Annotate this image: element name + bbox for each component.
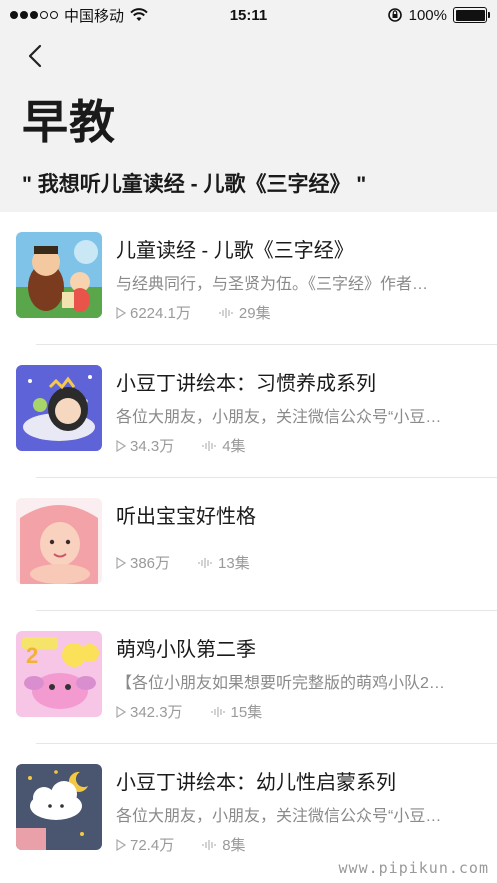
play-count: 72.4万 [116,834,174,855]
play-icon [116,439,126,452]
album-description: 【各位小朋友如果想要听完整版的萌鸡小队2… [116,675,445,692]
album-title: 听出宝宝好性格 [116,506,256,528]
play-icon [116,705,126,718]
play-count: 34.3万 [116,435,174,456]
list-item[interactable]: 小豆丁讲绘本：习惯养成系列 各位大朋友，小朋友，关注微信公众号“小豆… 34.3… [0,345,497,478]
play-icon [116,556,126,569]
status-left: 中国移动 [10,5,148,26]
audio-wave-icon [210,706,225,717]
status-right: 100% [387,6,490,24]
list-item[interactable]: 儿童读经 - 儿歌《三字经》 与经典同行，与圣贤为伍。《三字经》作者… 6224… [0,212,497,345]
album-cover-image [16,232,102,318]
audio-wave-icon [202,440,216,451]
album-cover-image [16,365,102,451]
list-item[interactable]: 2 萌鸡小队第二季 【各位小朋友如果想要听完整版的萌鸡小队2… 342.3万 1… [0,611,497,744]
episode-count: 15集 [210,701,263,722]
play-icon [116,838,126,851]
svg-text:2: 2 [26,643,38,668]
episode-count: 13集 [198,552,250,573]
status-bar: 中国移动 15:11 100% [0,0,497,30]
album-title: 儿童读经 - 儿歌《三字经》 [116,240,354,262]
watermark: www.pipikun.com [338,859,489,877]
chevron-left-icon [28,44,42,68]
album-title: 萌鸡小队第二季 [116,639,256,661]
album-description: 与经典同行，与圣贤为伍。《三字经》作者… [116,276,429,293]
audio-wave-icon [219,307,233,318]
album-meta: 386万 13集 [116,552,250,573]
list-item[interactable]: 听出宝宝好性格 386万 13集 [0,478,497,611]
audio-wave-icon [198,557,212,568]
episode-count-value: 15集 [230,704,263,721]
play-count-value: 34.3万 [130,438,175,455]
album-list: 儿童读经 - 儿歌《三字经》 与经典同行，与圣贤为伍。《三字经》作者… 6224… [0,212,497,883]
album-description: 各位大朋友，小朋友，关注微信公众号“小豆… [116,409,442,426]
episode-count: 8集 [202,834,246,855]
play-icon [116,306,126,319]
play-count-value: 72.4万 [130,837,175,854]
battery-percent: 100% [408,6,447,24]
album-meta: 6224.1万 29集 [116,302,271,323]
episode-count-value: 8集 [222,837,246,854]
album-description: 各位大朋友，小朋友，关注微信公众号“小豆… [116,808,442,825]
signal-strength-icon [10,11,58,19]
wifi-icon [130,8,148,21]
orientation-lock-icon [387,8,402,22]
play-count-value: 342.3万 [130,704,183,721]
album-title: 小豆丁讲绘本：习惯养成系列 [116,373,376,395]
audio-wave-icon [202,839,216,850]
album-cover-image [16,498,102,584]
page-title: 早教 [22,96,116,148]
play-count: 342.3万 [116,701,183,722]
carrier-label: 中国移动 [64,7,125,25]
album-cover-image: 2 [16,631,102,717]
album-meta: 342.3万 15集 [116,701,262,722]
play-count: 6224.1万 [116,302,191,323]
list-item[interactable]: 小豆丁讲绘本：幼儿性启蒙系列 各位大朋友，小朋友，关注微信公众号“小豆… 72.… [0,744,497,877]
back-button[interactable] [20,38,50,74]
album-cover-image [16,764,102,850]
episode-count: 4集 [202,435,246,456]
episode-count: 29集 [219,302,271,323]
album-title: 小豆丁讲绘本：幼儿性启蒙系列 [116,772,396,794]
episode-count-value: 29集 [238,305,271,322]
album-meta: 34.3万 4集 [116,435,246,456]
battery-icon [453,7,490,23]
play-count-value: 6224.1万 [130,305,191,322]
play-count-value: 386万 [130,555,171,572]
episode-count-value: 13集 [218,555,250,572]
play-count: 386万 [116,552,170,573]
episode-count-value: 4集 [222,438,246,455]
search-query-title: " 我想听儿童读经 - 儿歌《三字经》 " [22,173,367,196]
album-meta: 72.4万 8集 [116,834,246,855]
